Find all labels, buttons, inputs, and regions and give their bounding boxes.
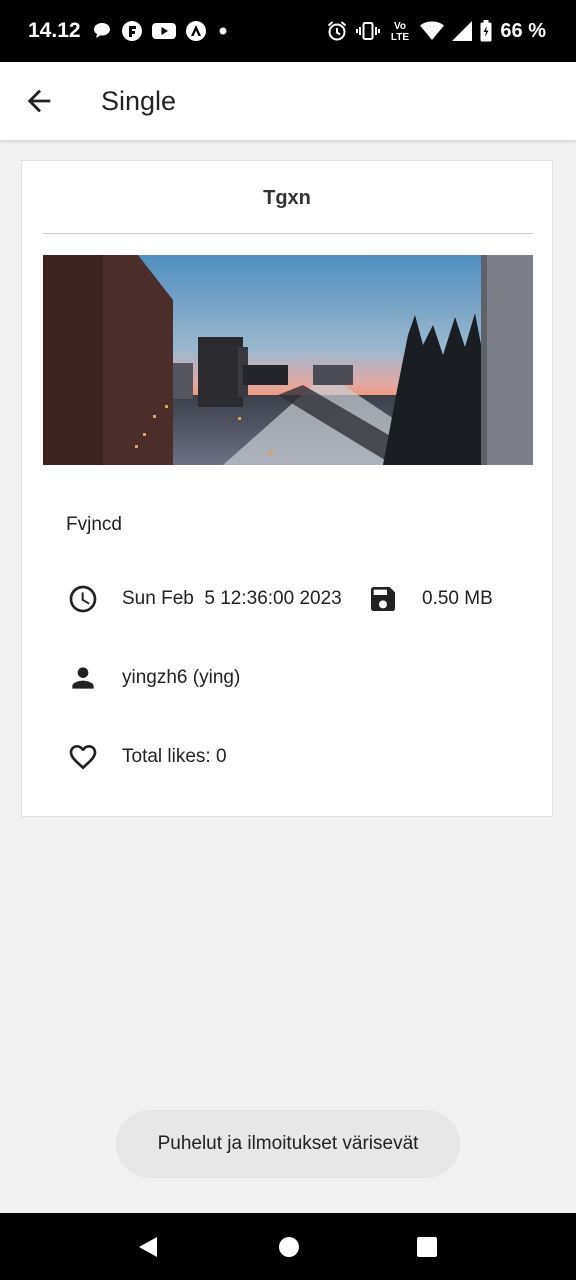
media-description: Fvjncd <box>66 514 122 535</box>
save-icon <box>366 582 400 616</box>
arrow-back-icon <box>27 89 51 113</box>
navigation-bar <box>0 1213 576 1280</box>
heart-icon[interactable] <box>66 740 100 774</box>
dot-icon <box>216 24 230 38</box>
app-bar: Single <box>0 62 576 141</box>
app-a-icon <box>185 20 207 42</box>
status-system-icons: Vo LTE 66 % <box>326 19 546 43</box>
card-title: Tgxn <box>263 187 311 209</box>
alarm-icon <box>326 20 348 42</box>
card-divider <box>43 233 533 234</box>
nav-back-icon[interactable] <box>136 1235 160 1264</box>
date-row: Sun Feb 5 12:36:00 2023 <box>66 582 342 616</box>
status-notification-icons <box>92 20 230 42</box>
user-row: yingzh6 (ying) <box>66 661 240 695</box>
toast-message: Puhelut ja ilmoitukset värisevät <box>116 1110 460 1178</box>
media-image[interactable] <box>43 255 533 465</box>
photo-icon <box>43 255 533 465</box>
signal-icon <box>452 21 473 41</box>
app-f-icon <box>121 20 143 42</box>
battery-icon <box>480 20 492 42</box>
svg-text:Vo: Vo <box>394 21 406 32</box>
page-title: Single <box>101 86 177 116</box>
status-bar: 14.12 Vo LTE 66 % <box>0 0 576 62</box>
media-card: Tgxn Fvjncd Sun Feb 5 12:36:00 2023 0.50… <box>21 160 553 817</box>
person-icon <box>66 661 100 695</box>
media-date: Sun Feb 5 12:36:00 2023 <box>122 588 342 609</box>
svg-text:LTE: LTE <box>391 32 409 43</box>
media-owner: yingzh6 (ying) <box>122 667 241 688</box>
nav-home-icon[interactable] <box>278 1236 300 1263</box>
likes-count: Total likes: 0 <box>122 746 227 767</box>
youtube-icon <box>152 22 176 40</box>
back-button[interactable] <box>22 84 56 118</box>
likes-row: Total likes: 0 <box>66 740 227 774</box>
size-row: 0.50 MB <box>366 582 493 616</box>
vibrate-icon <box>356 20 381 42</box>
nav-recents-icon[interactable] <box>416 1236 438 1263</box>
battery-percent: 66 % <box>500 19 546 42</box>
volte-icon: Vo LTE <box>388 19 412 43</box>
chat-bubble-icon <box>92 21 112 41</box>
clock-icon <box>66 582 100 616</box>
wifi-icon <box>420 21 445 41</box>
media-size: 0.50 MB <box>422 588 493 609</box>
status-time: 14.12 <box>28 19 81 42</box>
